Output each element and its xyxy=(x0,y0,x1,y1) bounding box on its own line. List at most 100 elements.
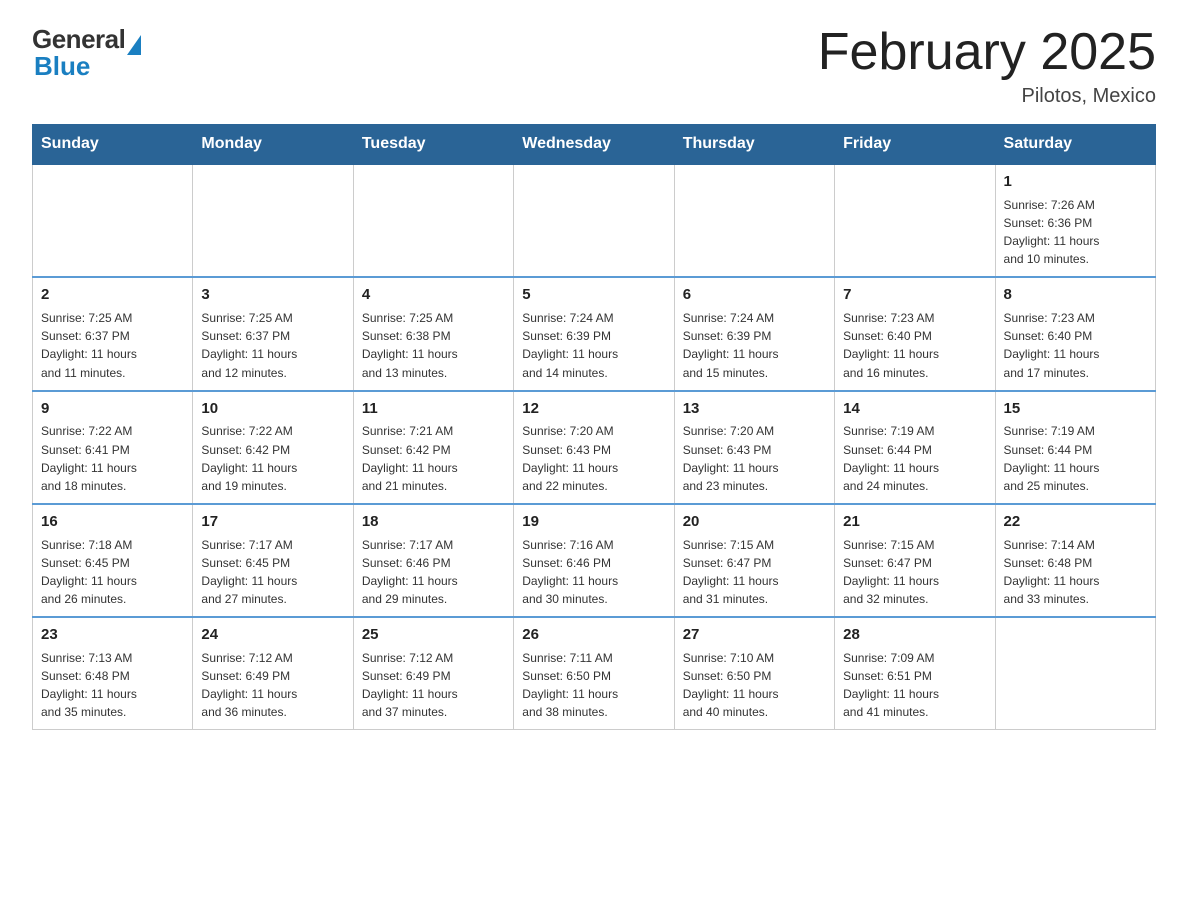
weekday-header-wednesday: Wednesday xyxy=(514,125,674,165)
day-number: 4 xyxy=(362,284,505,306)
day-detail: Sunrise: 7:22 AM Sunset: 6:42 PM Dayligh… xyxy=(201,424,297,492)
day-detail: Sunrise: 7:21 AM Sunset: 6:42 PM Dayligh… xyxy=(362,424,458,492)
logo-blue-text: Blue xyxy=(34,51,90,82)
calendar-cell: 12 Sunrise: 7:20 AM Sunset: 6:43 PM Dayli… xyxy=(514,391,674,504)
day-number: 16 xyxy=(41,511,184,533)
calendar-cell xyxy=(193,164,353,277)
calendar-cell: 6 Sunrise: 7:24 AM Sunset: 6:39 PM Daylig… xyxy=(674,277,834,390)
weekday-header-tuesday: Tuesday xyxy=(353,125,513,165)
title-block: February 2025 Pilotos, Mexico xyxy=(818,24,1156,108)
calendar-cell: 17Sunrise: 7:17 AM Sunset: 6:45 PM Dayli… xyxy=(193,504,353,617)
day-number: 23 xyxy=(41,624,184,646)
day-number: 5 xyxy=(522,284,665,306)
day-number: 8 xyxy=(1004,284,1147,306)
calendar-cell: 27Sunrise: 7:10 AM Sunset: 6:50 PM Dayli… xyxy=(674,617,834,730)
day-detail: Sunrise: 7:22 AM Sunset: 6:41 PM Dayligh… xyxy=(41,424,137,492)
calendar-cell: 4 Sunrise: 7:25 AM Sunset: 6:38 PM Daylig… xyxy=(353,277,513,390)
day-detail: Sunrise: 7:10 AM Sunset: 6:50 PM Dayligh… xyxy=(683,651,779,719)
day-detail: Sunrise: 7:20 AM Sunset: 6:43 PM Dayligh… xyxy=(683,424,779,492)
calendar-cell: 23 Sunrise: 7:13 AM Sunset: 6:48 PM Dayli… xyxy=(33,617,193,730)
weekday-header-friday: Friday xyxy=(835,125,995,165)
calendar-cell: 24 Sunrise: 7:12 AM Sunset: 6:49 PM Dayli… xyxy=(193,617,353,730)
day-detail: Sunrise: 7:25 AM Sunset: 6:37 PM Dayligh… xyxy=(201,311,297,379)
calendar-header-row: SundayMondayTuesdayWednesdayThursdayFrid… xyxy=(33,125,1156,165)
day-number: 14 xyxy=(843,398,986,420)
calendar-table: SundayMondayTuesdayWednesdayThursdayFrid… xyxy=(32,124,1156,730)
day-number: 6 xyxy=(683,284,826,306)
day-detail: Sunrise: 7:09 AM Sunset: 6:51 PM Dayligh… xyxy=(843,651,939,719)
day-number: 2 xyxy=(41,284,184,306)
day-detail: Sunrise: 7:19 AM Sunset: 6:44 PM Dayligh… xyxy=(1004,424,1100,492)
calendar-cell: 15 Sunrise: 7:19 AM Sunset: 6:44 PM Dayli… xyxy=(995,391,1155,504)
calendar-cell: 18 Sunrise: 7:17 AM Sunset: 6:46 PM Dayli… xyxy=(353,504,513,617)
calendar-week-row: 9Sunrise: 7:22 AM Sunset: 6:41 PM Daylig… xyxy=(33,391,1156,504)
day-detail: Sunrise: 7:19 AM Sunset: 6:44 PM Dayligh… xyxy=(843,424,939,492)
day-detail: Sunrise: 7:25 AM Sunset: 6:37 PM Dayligh… xyxy=(41,311,137,379)
calendar-cell: 10 Sunrise: 7:22 AM Sunset: 6:42 PM Dayli… xyxy=(193,391,353,504)
day-detail: Sunrise: 7:13 AM Sunset: 6:48 PM Dayligh… xyxy=(41,651,137,719)
calendar-cell: 11 Sunrise: 7:21 AM Sunset: 6:42 PM Dayli… xyxy=(353,391,513,504)
day-detail: Sunrise: 7:24 AM Sunset: 6:39 PM Dayligh… xyxy=(683,311,779,379)
logo-triangle-icon xyxy=(127,35,141,55)
day-number: 25 xyxy=(362,624,505,646)
calendar-cell xyxy=(33,164,193,277)
day-number: 24 xyxy=(201,624,344,646)
day-number: 10 xyxy=(201,398,344,420)
day-detail: Sunrise: 7:17 AM Sunset: 6:45 PM Dayligh… xyxy=(201,538,297,606)
calendar-cell: 22 Sunrise: 7:14 AM Sunset: 6:48 PM Dayli… xyxy=(995,504,1155,617)
calendar-cell xyxy=(995,617,1155,730)
calendar-cell: 19 Sunrise: 7:16 AM Sunset: 6:46 PM Dayli… xyxy=(514,504,674,617)
day-detail: Sunrise: 7:12 AM Sunset: 6:49 PM Dayligh… xyxy=(362,651,458,719)
calendar-cell: 1 Sunrise: 7:26 AM Sunset: 6:36 PM Daylig… xyxy=(995,164,1155,277)
calendar-cell xyxy=(835,164,995,277)
calendar-cell: 14 Sunrise: 7:19 AM Sunset: 6:44 PM Dayli… xyxy=(835,391,995,504)
calendar-week-row: 16 Sunrise: 7:18 AM Sunset: 6:45 PM Dayli… xyxy=(33,504,1156,617)
day-number: 21 xyxy=(843,511,986,533)
day-number: 3 xyxy=(201,284,344,306)
day-detail: Sunrise: 7:26 AM Sunset: 6:36 PM Dayligh… xyxy=(1004,198,1100,266)
weekday-header-monday: Monday xyxy=(193,125,353,165)
day-number: 13 xyxy=(683,398,826,420)
calendar-cell xyxy=(353,164,513,277)
calendar-cell: 20Sunrise: 7:15 AM Sunset: 6:47 PM Dayli… xyxy=(674,504,834,617)
day-number: 7 xyxy=(843,284,986,306)
day-number: 12 xyxy=(522,398,665,420)
calendar-cell: 8 Sunrise: 7:23 AM Sunset: 6:40 PM Daylig… xyxy=(995,277,1155,390)
calendar-week-row: 2 Sunrise: 7:25 AM Sunset: 6:37 PM Daylig… xyxy=(33,277,1156,390)
calendar-cell: 7 Sunrise: 7:23 AM Sunset: 6:40 PM Daylig… xyxy=(835,277,995,390)
day-detail: Sunrise: 7:14 AM Sunset: 6:48 PM Dayligh… xyxy=(1004,538,1100,606)
day-detail: Sunrise: 7:16 AM Sunset: 6:46 PM Dayligh… xyxy=(522,538,618,606)
calendar-cell: 28Sunrise: 7:09 AM Sunset: 6:51 PM Dayli… xyxy=(835,617,995,730)
weekday-header-saturday: Saturday xyxy=(995,125,1155,165)
day-detail: Sunrise: 7:12 AM Sunset: 6:49 PM Dayligh… xyxy=(201,651,297,719)
weekday-header-sunday: Sunday xyxy=(33,125,193,165)
page-title: February 2025 xyxy=(818,24,1156,81)
day-number: 19 xyxy=(522,511,665,533)
calendar-cell: 13 Sunrise: 7:20 AM Sunset: 6:43 PM Dayli… xyxy=(674,391,834,504)
day-number: 22 xyxy=(1004,511,1147,533)
calendar-cell: 9Sunrise: 7:22 AM Sunset: 6:41 PM Daylig… xyxy=(33,391,193,504)
calendar-cell: 21 Sunrise: 7:15 AM Sunset: 6:47 PM Dayli… xyxy=(835,504,995,617)
day-detail: Sunrise: 7:11 AM Sunset: 6:50 PM Dayligh… xyxy=(522,651,618,719)
day-number: 11 xyxy=(362,398,505,420)
day-detail: Sunrise: 7:17 AM Sunset: 6:46 PM Dayligh… xyxy=(362,538,458,606)
day-number: 1 xyxy=(1004,171,1147,193)
day-detail: Sunrise: 7:23 AM Sunset: 6:40 PM Dayligh… xyxy=(843,311,939,379)
day-number: 20 xyxy=(683,511,826,533)
day-detail: Sunrise: 7:18 AM Sunset: 6:45 PM Dayligh… xyxy=(41,538,137,606)
calendar-cell: 26 Sunrise: 7:11 AM Sunset: 6:50 PM Dayli… xyxy=(514,617,674,730)
day-number: 18 xyxy=(362,511,505,533)
day-detail: Sunrise: 7:23 AM Sunset: 6:40 PM Dayligh… xyxy=(1004,311,1100,379)
calendar-cell: 16 Sunrise: 7:18 AM Sunset: 6:45 PM Dayli… xyxy=(33,504,193,617)
day-number: 15 xyxy=(1004,398,1147,420)
day-detail: Sunrise: 7:25 AM Sunset: 6:38 PM Dayligh… xyxy=(362,311,458,379)
calendar-cell xyxy=(674,164,834,277)
day-number: 26 xyxy=(522,624,665,646)
weekday-header-thursday: Thursday xyxy=(674,125,834,165)
day-detail: Sunrise: 7:20 AM Sunset: 6:43 PM Dayligh… xyxy=(522,424,618,492)
calendar-cell: 3 Sunrise: 7:25 AM Sunset: 6:37 PM Daylig… xyxy=(193,277,353,390)
calendar-cell xyxy=(514,164,674,277)
calendar-week-row: 23 Sunrise: 7:13 AM Sunset: 6:48 PM Dayli… xyxy=(33,617,1156,730)
day-detail: Sunrise: 7:15 AM Sunset: 6:47 PM Dayligh… xyxy=(843,538,939,606)
page-subtitle: Pilotos, Mexico xyxy=(818,85,1156,108)
